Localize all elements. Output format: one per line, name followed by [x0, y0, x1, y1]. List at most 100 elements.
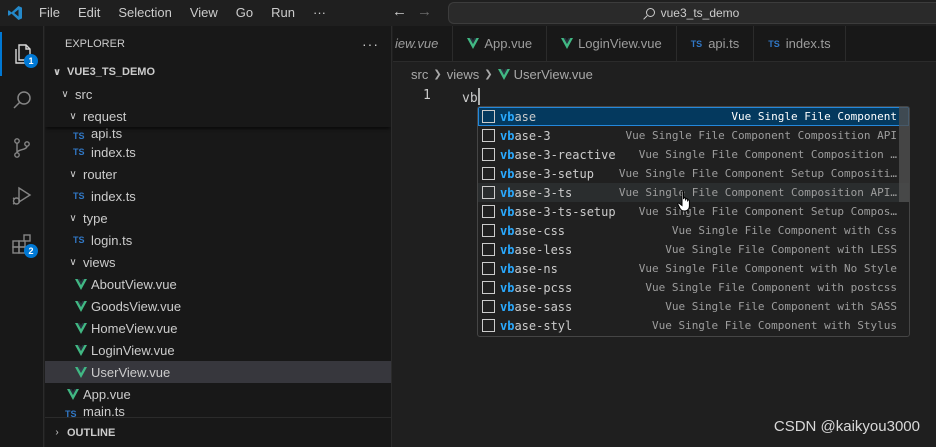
outline-title: OUTLINE: [67, 426, 116, 439]
tab-label: App.vue: [484, 36, 533, 51]
chevron-down-icon: ∨: [61, 88, 69, 100]
suggestion-item[interactable]: vbase-css Vue Single File Component with …: [478, 221, 909, 240]
typescript-file-icon: TS: [73, 131, 85, 141]
suggestion-item[interactable]: vbase-pcss Vue Single File Component with…: [478, 278, 909, 297]
run-debug-activity[interactable]: [0, 174, 44, 218]
suggestion-item[interactable]: vbase-3-ts Vue Single File Component Comp…: [478, 183, 909, 202]
editor-tab[interactable]: LoginView.vue: [547, 26, 677, 61]
menu-item[interactable]: Selection: [109, 0, 180, 26]
tree-file[interactable]: TS login.ts: [45, 229, 391, 251]
forward-arrow-icon[interactable]: →: [417, 4, 432, 20]
tree-file[interactable]: UserView.vue: [45, 361, 391, 383]
source-control-activity[interactable]: [0, 126, 44, 170]
suggestion-item[interactable]: vbase-sass Vue Single File Component with…: [478, 297, 909, 316]
tree-item-label: LoginView.vue: [91, 342, 175, 358]
suggestion-label: vbase-3: [500, 129, 551, 143]
menu-item[interactable]: Run: [262, 0, 304, 26]
tree-item-label: views: [83, 254, 116, 270]
project-name: VUE3_TS_DEMO: [67, 66, 156, 78]
snippet-icon: [482, 281, 495, 294]
tree-folder[interactable]: ∨ src: [45, 83, 391, 105]
extensions-activity[interactable]: 2: [0, 222, 44, 266]
tree-item-label: HomeView.vue: [91, 320, 178, 336]
explorer-title: EXPLORER: [65, 37, 125, 50]
vue-file-icon: [75, 322, 87, 334]
suggestion-label: vbase-css: [500, 224, 565, 238]
menu-item[interactable]: View: [181, 0, 227, 26]
snippet-icon: [482, 110, 495, 123]
tree-file[interactable]: TS index.ts: [45, 185, 391, 207]
tree-item-label: router: [83, 166, 117, 182]
command-center[interactable]: vue3_ts_demo: [448, 2, 936, 24]
suggestion-detail: Vue Single File Component Setup Composit…: [618, 167, 897, 180]
typescript-file-icon: TS: [768, 38, 780, 49]
suggestion-detail: Vue Single File Component with LESS: [665, 243, 897, 256]
search-activity[interactable]: [0, 78, 44, 122]
tree-file[interactable]: GoodsView.vue: [45, 295, 391, 317]
tree-folder[interactable]: ∨ type: [45, 207, 391, 229]
suggestion-detail: Vue Single File Component Composition AP…: [625, 129, 897, 142]
search-icon: [645, 7, 655, 17]
code-line[interactable]: vb: [462, 88, 480, 106]
activity-bar: 1 2: [0, 26, 44, 447]
editor-tab[interactable]: App.vue: [453, 26, 548, 61]
suggestion-rest: ase-sass: [514, 299, 573, 314]
tree-file[interactable]: HomeView.vue: [45, 317, 391, 339]
title-bar: File Edit Selection View Go Run ··· ← → vue3_t…: [0, 0, 936, 26]
tree-item-label: UserView.vue: [91, 364, 171, 380]
tree-file[interactable]: TS index.ts: [45, 141, 391, 163]
snippet-icon: [482, 224, 495, 237]
suggestion-item[interactable]: vbase-3-ts-setup Vue Single File Componen…: [478, 202, 909, 221]
suggestion-item[interactable]: vbase-ns Vue Single File Component with N…: [478, 259, 909, 278]
project-root[interactable]: ∨ VUE3_TS_DEMO: [45, 61, 391, 83]
tab-label: LoginView.vue: [578, 36, 662, 51]
menu-item[interactable]: File: [30, 0, 69, 26]
suggestion-item[interactable]: vbase-3 Vue Single File Component Composi…: [478, 126, 909, 145]
tree-file[interactable]: TS api.ts: [45, 127, 391, 141]
menu-item[interactable]: ···: [304, 0, 335, 26]
suggestion-item[interactable]: vbase-styl Vue Single File Component with…: [478, 316, 909, 335]
suggestion-detail: Vue Single File Component Composition AP…: [618, 186, 897, 199]
editor-tab[interactable]: TS api.ts: [677, 26, 755, 61]
suggestion-label: vbase-styl: [500, 319, 572, 333]
suggest-scrollbar[interactable]: [899, 107, 909, 202]
tree-item-label: type: [83, 210, 108, 226]
explorer-badge: 1: [24, 54, 38, 68]
suggestion-detail: Vue Single File Component with postcss: [645, 281, 897, 294]
editor-tab[interactable]: TS index.ts: [754, 26, 846, 61]
menu-item[interactable]: Go: [227, 0, 262, 26]
vue-file-icon: [467, 38, 480, 49]
suggestion-rest: ase-3-ts-setup: [514, 204, 616, 219]
breadcrumb-item[interactable]: views: [447, 67, 480, 82]
tab-label: api.ts: [708, 36, 740, 51]
suggestion-item[interactable]: vbase-less Vue Single File Component with…: [478, 240, 909, 259]
editor-tab[interactable]: iew.vue: [393, 26, 454, 61]
suggestion-item[interactable]: vbase Vue Single File Component: [478, 107, 909, 126]
snippet-icon: [482, 186, 495, 199]
suggestion-item[interactable]: vbase-3-setup Vue Single File Component S…: [478, 164, 909, 183]
tree-folder[interactable]: ∨ views: [45, 251, 391, 273]
tree-folder[interactable]: ∨ router: [45, 163, 391, 185]
suggestion-detail: Vue Single File Component with SASS: [665, 300, 897, 313]
tree-file[interactable]: LoginView.vue: [45, 339, 391, 361]
tree-item-label: login.ts: [91, 232, 133, 248]
tree-file[interactable]: App.vue: [45, 383, 391, 405]
menu-item[interactable]: Edit: [69, 0, 109, 26]
breadcrumb-file[interactable]: UserView.vue: [514, 67, 593, 82]
typescript-file-icon: TS: [73, 147, 85, 157]
chevron-down-icon: ∨: [69, 110, 77, 122]
back-arrow-icon[interactable]: ←: [392, 4, 407, 20]
explorer-activity[interactable]: 1: [0, 32, 44, 76]
suggestion-rest: ase-3-reactive: [514, 147, 616, 162]
outline-section[interactable]: › OUTLINE: [45, 417, 391, 447]
suggestion-item[interactable]: vbase-3-reactive Vue Single File Componen…: [478, 145, 909, 164]
breadcrumb-item[interactable]: src: [411, 67, 428, 82]
suggestion-label: vbase-3-setup: [500, 167, 594, 181]
more-actions-icon[interactable]: ···: [362, 36, 379, 52]
chevron-right-icon: ❯: [433, 68, 442, 80]
suggestion-match: vb: [500, 261, 515, 276]
tree-file[interactable]: AboutView.vue: [45, 273, 391, 295]
suggestion-rest: ase-ns: [514, 261, 558, 276]
suggestion-label: vbase: [500, 110, 536, 124]
tree-folder[interactable]: ∨ request: [45, 105, 391, 127]
